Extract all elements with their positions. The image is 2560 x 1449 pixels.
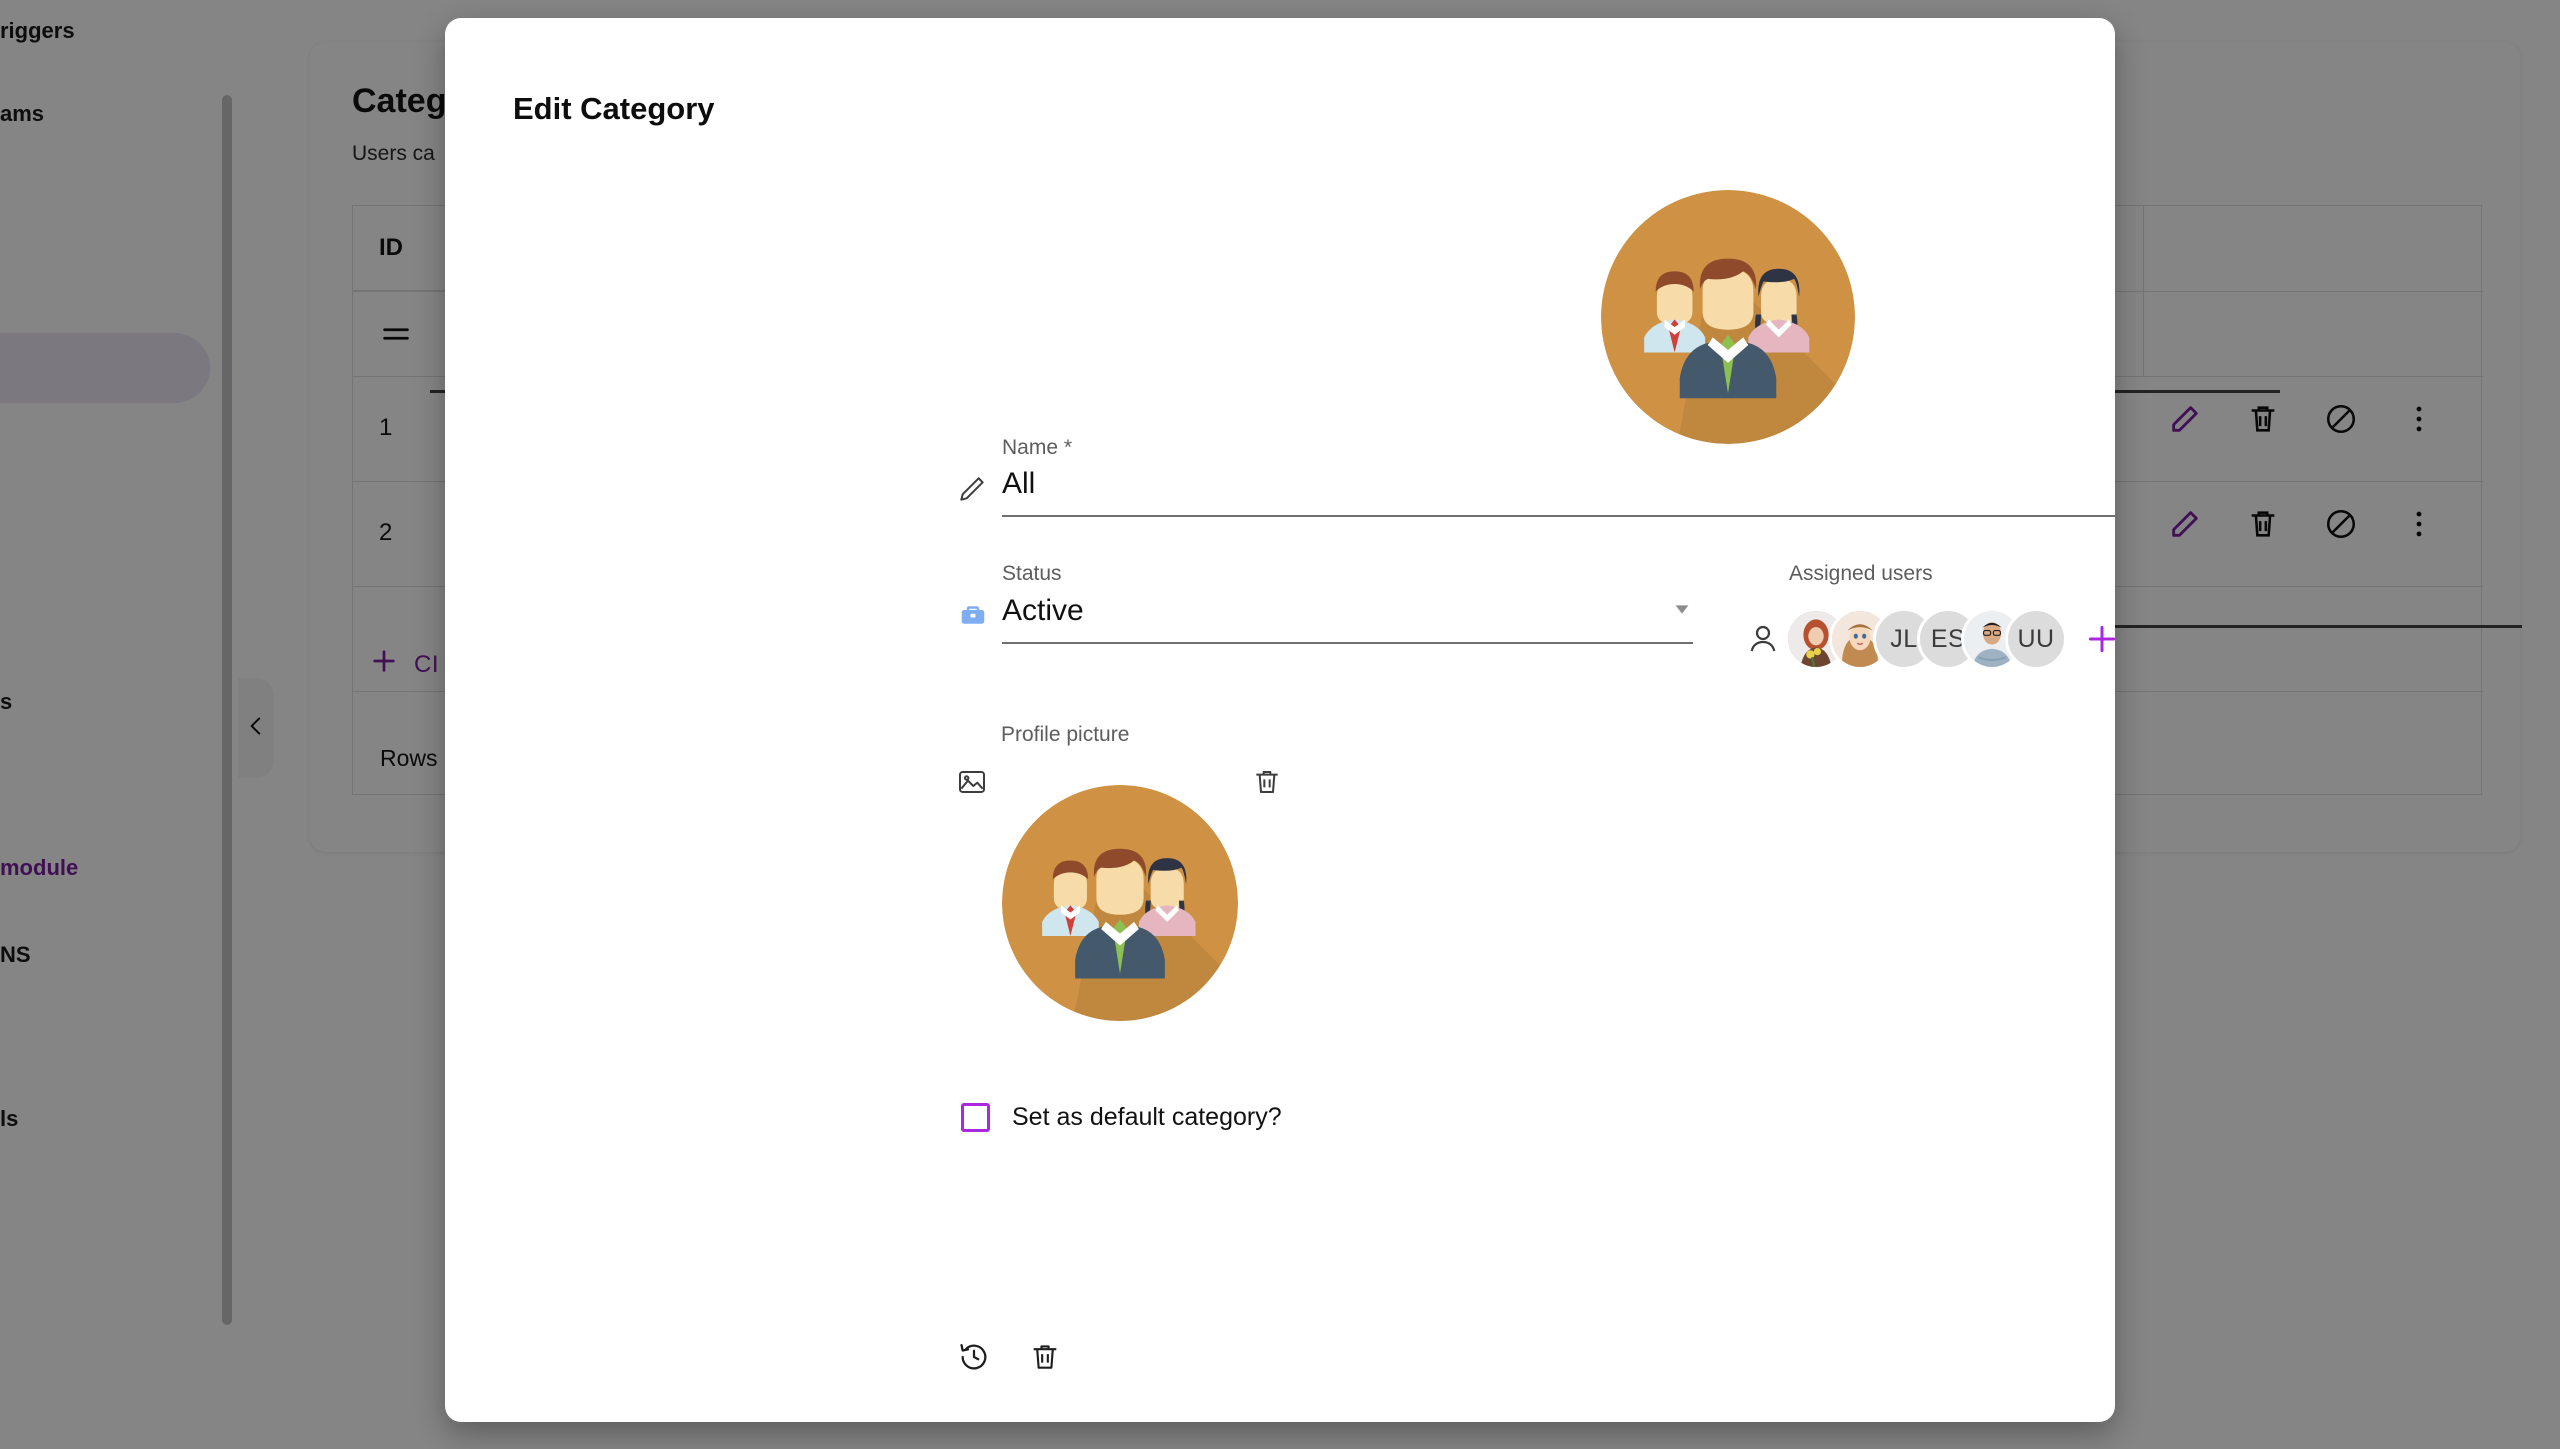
person-outline-icon <box>1745 621 1781 657</box>
default-category-checkbox[interactable] <box>961 1103 990 1132</box>
default-category-label: Set as default category? <box>1012 1103 1282 1131</box>
name-input-underline <box>1002 515 2115 517</box>
avatar-initials: JL <box>1890 624 1918 653</box>
default-category-checkbox-row[interactable]: Set as default category? <box>961 1103 1282 1132</box>
name-field-label: Name * <box>1002 436 1073 459</box>
briefcase-icon <box>958 600 988 635</box>
status-select-underline <box>1002 642 1693 644</box>
chevron-down-icon[interactable] <box>1671 598 1693 625</box>
status-select-value[interactable]: Active <box>1002 594 1084 628</box>
add-user-button[interactable] <box>2079 616 2115 662</box>
delete-profile-picture-icon[interactable] <box>1251 766 1283 803</box>
delete-trash-icon[interactable] <box>1028 1340 1062 1379</box>
assigned-users-label: Assigned users <box>1789 562 1933 585</box>
profile-picture-thumbnail[interactable] <box>1002 785 1238 1021</box>
name-input[interactable]: All <box>1002 467 1035 501</box>
avatar[interactable]: UU <box>2005 608 2067 670</box>
pencil-icon <box>956 473 988 510</box>
status-field-label: Status <box>1002 562 1062 585</box>
history-restore-icon[interactable] <box>957 1340 991 1379</box>
avatar-initials: UU <box>2017 624 2055 653</box>
image-icon[interactable] <box>956 766 988 803</box>
group-of-people-avatar <box>1601 190 1855 444</box>
edit-category-dialog: Edit Category Name * All Status Active A… <box>445 18 2115 1422</box>
dialog-title: Edit Category <box>513 91 715 126</box>
profile-picture-label: Profile picture <box>1001 723 1130 746</box>
assigned-users-row[interactable]: JL ES UU <box>1745 608 2115 670</box>
